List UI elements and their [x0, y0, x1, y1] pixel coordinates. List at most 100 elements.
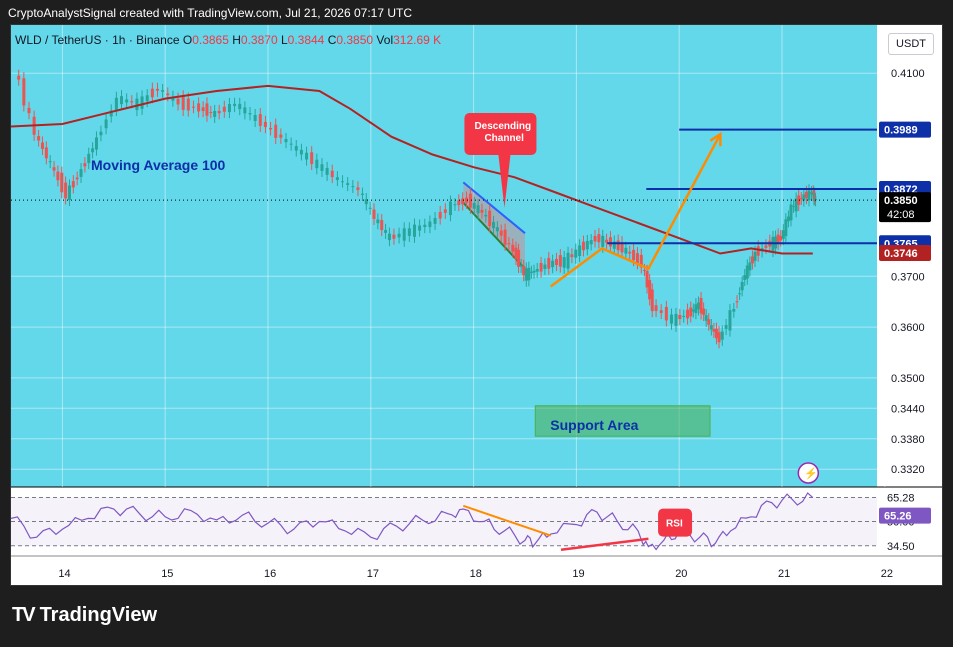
- candle-body: [48, 161, 52, 163]
- candle-body: [376, 219, 380, 224]
- candle-body: [728, 310, 732, 331]
- candle-body: [517, 249, 521, 267]
- chart-svg[interactable]: 0.4100 0.3700 0.3600 0.3500 0.3440 0.3380 0.33…: [11, 25, 943, 586]
- candle-body: [786, 216, 790, 222]
- attribution-header: CryptoAnalystSignal created with Trading…: [8, 6, 412, 20]
- candle-body: [325, 167, 329, 175]
- candle-body: [360, 193, 364, 195]
- candle-body: [566, 252, 570, 269]
- candle-body: [476, 205, 480, 214]
- candle-body: [258, 114, 262, 126]
- x-tick-label: 17: [367, 568, 379, 580]
- candle-body: [507, 243, 511, 245]
- open-value: 0.3865: [192, 33, 229, 47]
- candle-body: [197, 103, 201, 112]
- candle-body: [310, 152, 314, 164]
- candle-body: [669, 314, 673, 324]
- candle-body: [527, 267, 531, 281]
- candle-body: [104, 119, 108, 129]
- close-value: 0.3850: [336, 33, 374, 47]
- candle-body: [781, 230, 785, 239]
- candle-body: [804, 191, 808, 199]
- candle-body: [558, 255, 562, 267]
- candle-body: [468, 193, 472, 208]
- candle-body: [209, 112, 213, 114]
- brand-name: TradingView: [39, 604, 158, 626]
- y-tick-label: 0.3320: [891, 464, 925, 476]
- candle-body: [79, 169, 83, 177]
- candle-body: [140, 96, 144, 109]
- candle-body: [161, 90, 165, 92]
- candle-body: [608, 237, 612, 247]
- candle-body: [67, 185, 71, 200]
- symbol-name[interactable]: WLD / TetherUS · 1h · Binance: [15, 33, 180, 47]
- candle-body: [522, 265, 526, 276]
- candle-body: [94, 137, 98, 150]
- candle-body: [756, 246, 760, 256]
- candle-body: [802, 194, 806, 201]
- candle-body: [709, 325, 713, 330]
- candle-body: [682, 315, 686, 317]
- candle-body: [125, 99, 129, 103]
- candle-body: [60, 172, 64, 193]
- candle-body: [91, 148, 95, 153]
- candle-body: [155, 88, 159, 91]
- candle-body: [585, 240, 589, 250]
- candle-body: [532, 270, 536, 273]
- candle-body: [17, 75, 21, 80]
- candle-body: [648, 280, 652, 300]
- candle-body: [87, 153, 91, 164]
- candle-body: [712, 329, 716, 332]
- currency-button[interactable]: USDT: [888, 33, 934, 55]
- candle-body: [335, 177, 339, 180]
- candle-body: [130, 101, 134, 103]
- candle-body: [213, 110, 217, 117]
- candle-body: [799, 198, 803, 200]
- candle-body: [368, 207, 372, 209]
- x-tick-label: 15: [161, 568, 173, 580]
- candle-body: [472, 202, 476, 209]
- candle-body: [44, 147, 48, 159]
- volume-label: Vol: [376, 33, 394, 47]
- candle-body: [120, 96, 124, 105]
- rsi-callout-label: RSI: [666, 519, 683, 530]
- price-pane-background: [11, 25, 877, 487]
- candle-body: [384, 229, 388, 233]
- candle-body: [643, 269, 647, 271]
- rsi-level-label: 65.28: [887, 493, 915, 505]
- candle-body: [574, 249, 578, 258]
- y-tick-label: 0.3380: [891, 434, 925, 446]
- candle-body: [418, 225, 422, 231]
- candle-body: [71, 181, 75, 188]
- candle-body: [704, 315, 708, 321]
- candle-body: [114, 97, 118, 110]
- tradingview-brand[interactable]: TV TradingView: [12, 604, 157, 627]
- candle-body: [305, 152, 309, 160]
- candle-body: [735, 301, 739, 303]
- candle-body: [732, 309, 736, 312]
- candle-body: [492, 221, 496, 229]
- candle-body: [488, 210, 492, 227]
- low-label: L: [280, 33, 288, 47]
- high-value: 0.3870: [240, 33, 278, 47]
- candle-body: [397, 233, 401, 238]
- candle-body: [593, 235, 597, 242]
- open-label: O: [182, 33, 193, 47]
- candle-body: [578, 245, 582, 256]
- candle-body: [253, 115, 257, 121]
- descending-channel-label-line2: Channel: [484, 133, 524, 144]
- candle-body: [686, 309, 690, 319]
- candle-body: [664, 306, 668, 321]
- lightning-icon: ⚡: [804, 467, 818, 480]
- candle-body: [346, 183, 350, 186]
- candle-body: [480, 209, 484, 213]
- candle-body: [543, 264, 547, 269]
- candle-body: [784, 219, 788, 237]
- candle-body: [581, 241, 585, 251]
- y-tick-label: 0.3600: [891, 322, 925, 334]
- candle-body: [227, 104, 231, 113]
- candle-body: [205, 103, 209, 116]
- descending-channel-label-line1: Descending: [474, 121, 531, 132]
- candle-body: [407, 228, 411, 236]
- candle-body: [551, 260, 555, 268]
